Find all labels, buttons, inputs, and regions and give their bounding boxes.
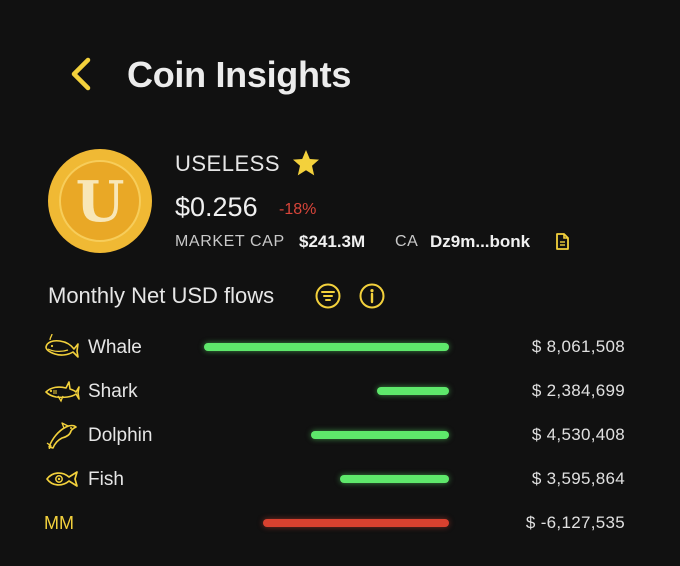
flow-label: Dolphin bbox=[88, 425, 153, 446]
page-title: Coin Insights bbox=[127, 54, 352, 95]
flow-label-mm: MM bbox=[44, 513, 74, 533]
contract-address-value[interactable]: Dz9m...bonk bbox=[430, 232, 530, 252]
flow-bar-whale bbox=[204, 343, 449, 351]
flow-bar-shark bbox=[377, 387, 449, 395]
filter-icon[interactable] bbox=[315, 283, 341, 309]
flow-label: Fish bbox=[88, 469, 124, 490]
shark-icon bbox=[44, 377, 80, 405]
contract-address-label: CA bbox=[395, 233, 419, 250]
flow-value: $ 2,384,699 bbox=[531, 381, 625, 400]
flow-label: Whale bbox=[88, 337, 142, 358]
info-icon[interactable] bbox=[359, 283, 385, 309]
back-button[interactable] bbox=[66, 52, 100, 96]
flow-value: $ -6,127,535 bbox=[525, 513, 625, 532]
flow-value: $ 3,595,864 bbox=[531, 469, 625, 488]
market-cap-value: $241.3M bbox=[299, 232, 366, 251]
price-change-badge: -18% bbox=[279, 201, 317, 218]
flow-value: $ 8,061,508 bbox=[531, 337, 625, 356]
flow-label: Shark bbox=[88, 381, 138, 402]
flow-bar-mm bbox=[263, 519, 449, 527]
flow-row-dolphin[interactable]: Dolphin $ 4,530,408 bbox=[0, 415, 680, 455]
coin-price: $0.256 bbox=[175, 192, 258, 222]
coin-logo: U bbox=[48, 149, 152, 253]
flow-bar-dolphin bbox=[311, 431, 449, 439]
flow-row-shark[interactable]: Shark $ 2,384,699 bbox=[0, 371, 680, 411]
dolphin-icon bbox=[44, 421, 80, 450]
flow-row-mm[interactable]: MM $ -6,127,535 bbox=[0, 503, 680, 543]
copy-icon[interactable] bbox=[555, 233, 569, 250]
favorite-star-icon[interactable] bbox=[291, 149, 321, 177]
fish-icon bbox=[44, 465, 80, 493]
section-title: Monthly Net USD flows bbox=[48, 283, 275, 308]
chevron-left-icon bbox=[71, 57, 91, 91]
flow-bar-fish bbox=[340, 475, 449, 483]
coin-logo-letter: U bbox=[76, 169, 125, 235]
market-cap-label: MARKET CAP bbox=[175, 233, 285, 250]
flow-value: $ 4,530,408 bbox=[531, 425, 625, 444]
flow-row-whale[interactable]: Whale $ 8,061,508 bbox=[0, 327, 680, 367]
coin-name: USELESS bbox=[175, 151, 280, 176]
whale-icon bbox=[44, 333, 80, 361]
flow-row-fish[interactable]: Fish $ 3,595,864 bbox=[0, 459, 680, 499]
